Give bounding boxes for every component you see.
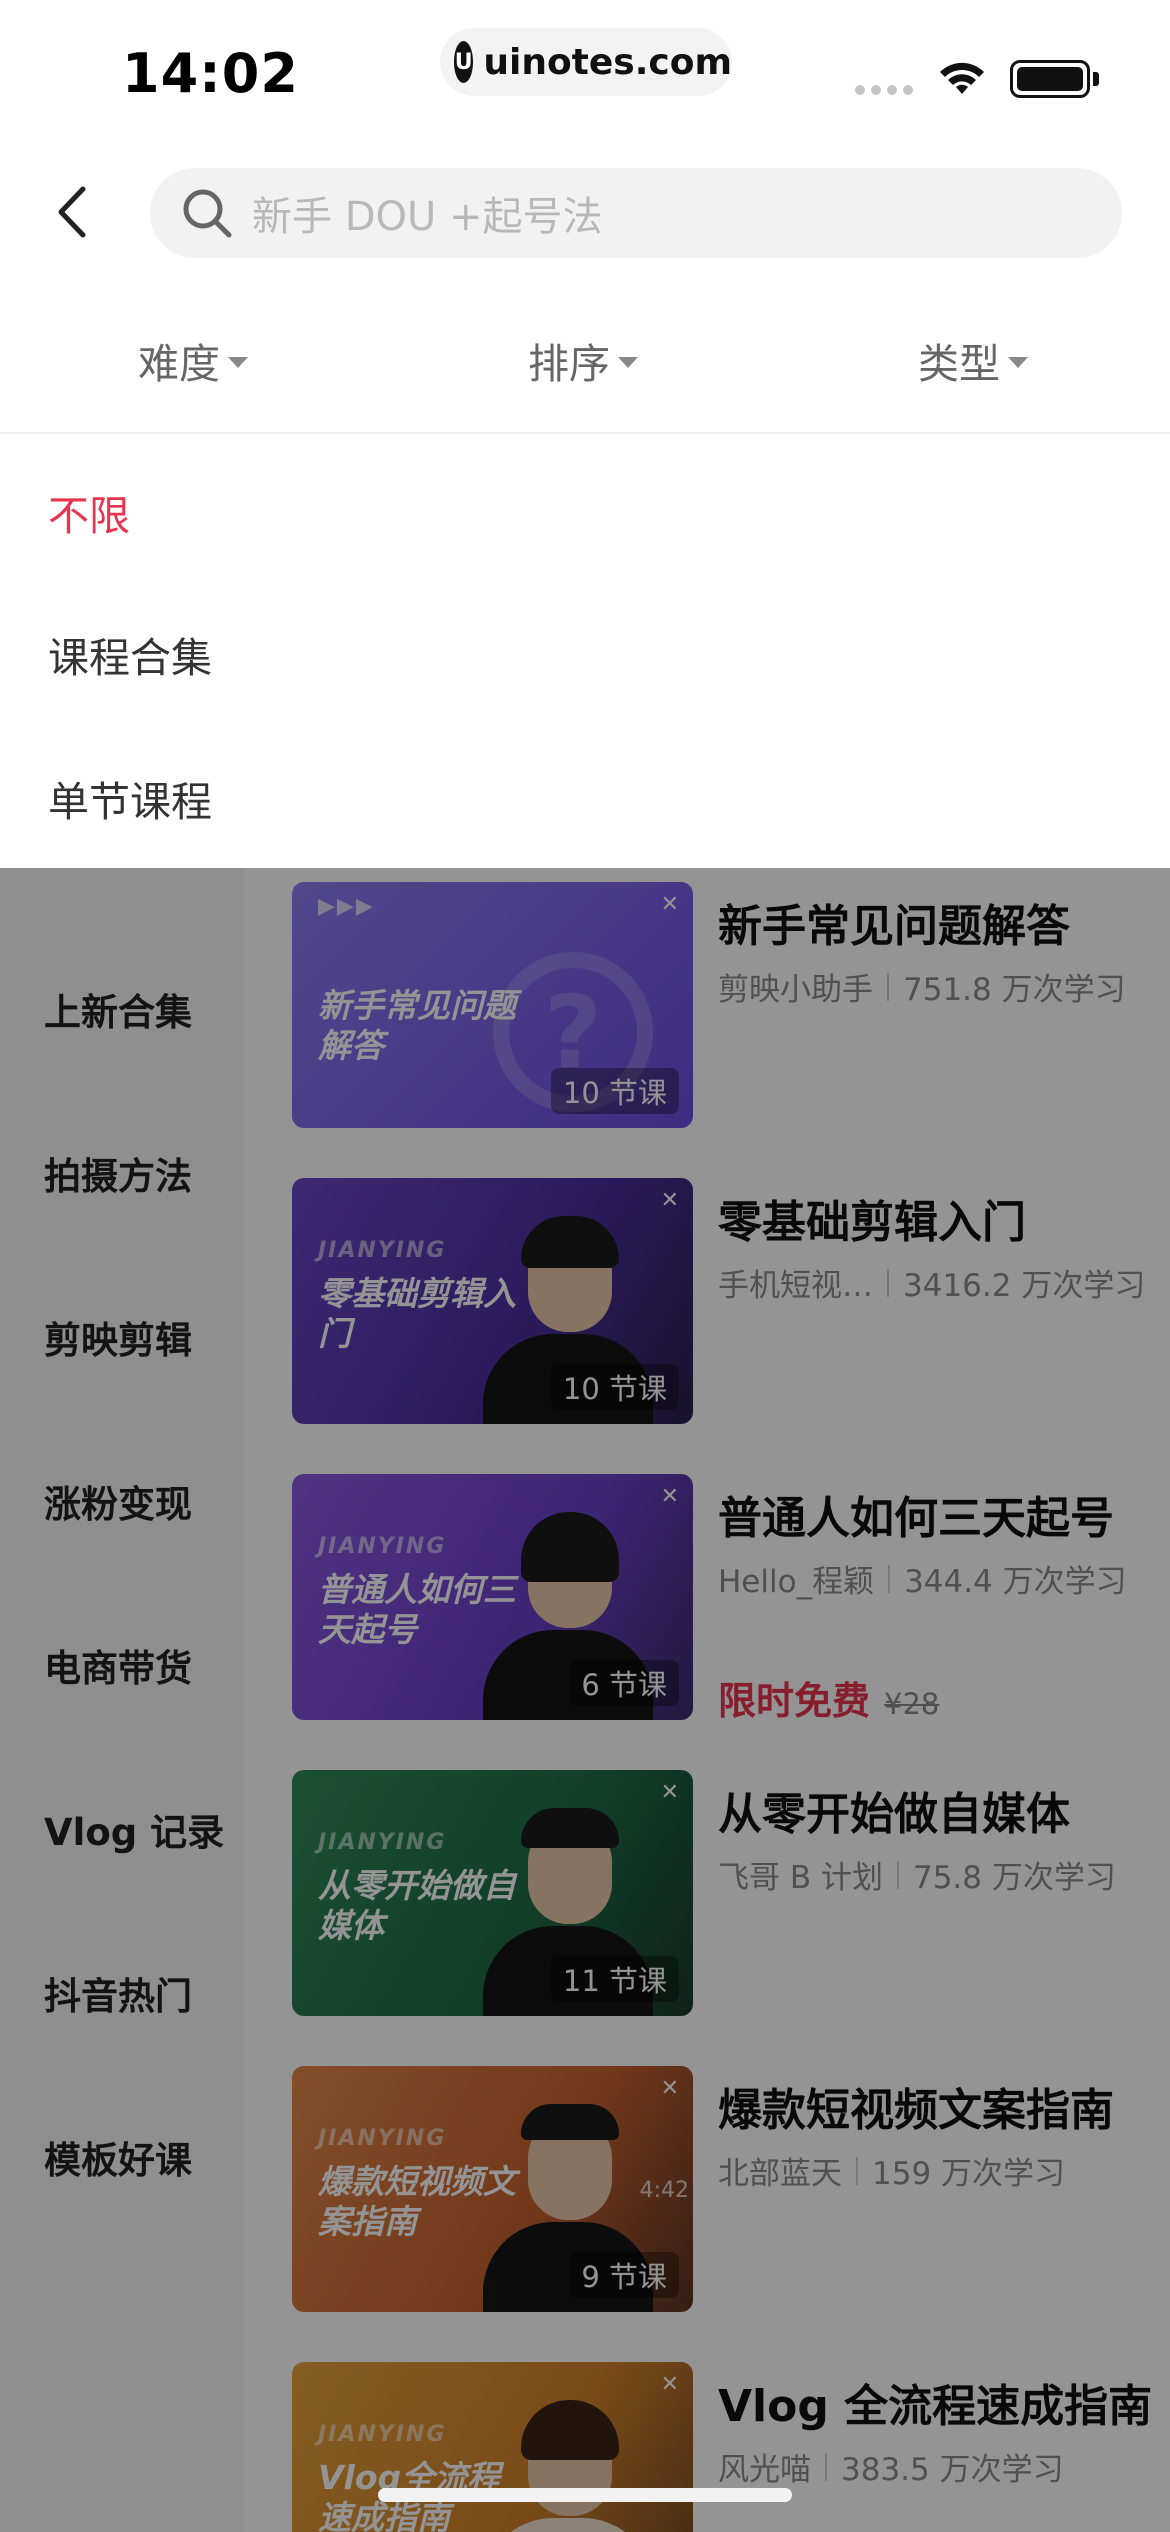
search-input[interactable]: 新手 DOU +起号法 xyxy=(150,168,1122,258)
filter-sort[interactable]: 排序 xyxy=(528,330,638,390)
battery-icon xyxy=(1010,60,1090,98)
status-time: 14:02 xyxy=(122,42,299,105)
search-icon xyxy=(180,186,234,240)
filter-type[interactable]: 类型 xyxy=(918,330,1028,390)
search-placeholder: 新手 DOU +起号法 xyxy=(252,194,603,240)
url-text: uinotes.com xyxy=(483,41,732,83)
chevron-left-icon xyxy=(58,186,86,238)
url-pill[interactable]: U uinotes.com xyxy=(440,28,732,96)
caret-down-icon xyxy=(1008,356,1028,368)
home-indicator[interactable] xyxy=(378,2488,792,2502)
caret-down-icon xyxy=(228,356,248,368)
u-logo-icon: U xyxy=(454,41,474,83)
wifi-icon xyxy=(940,62,984,94)
battery-tip xyxy=(1093,72,1099,86)
status-bar: 14:02 U uinotes.com xyxy=(0,0,1170,150)
dropdown-option-all[interactable]: 不限 xyxy=(48,482,130,542)
type-dropdown-panel: 不限 课程合集 单节课程 xyxy=(0,434,1170,868)
caret-down-icon xyxy=(618,356,638,368)
cellular-signal-icon xyxy=(855,85,913,95)
dropdown-option-single[interactable]: 单节课程 xyxy=(48,768,212,828)
filter-label: 难度 xyxy=(138,340,220,388)
back-button[interactable] xyxy=(52,182,92,242)
dropdown-option-collection[interactable]: 课程合集 xyxy=(48,624,212,684)
filter-difficulty[interactable]: 难度 xyxy=(138,330,248,390)
filter-label: 类型 xyxy=(918,340,1000,388)
dropdown-backdrop[interactable] xyxy=(0,868,1170,2532)
filter-label: 排序 xyxy=(528,340,610,388)
